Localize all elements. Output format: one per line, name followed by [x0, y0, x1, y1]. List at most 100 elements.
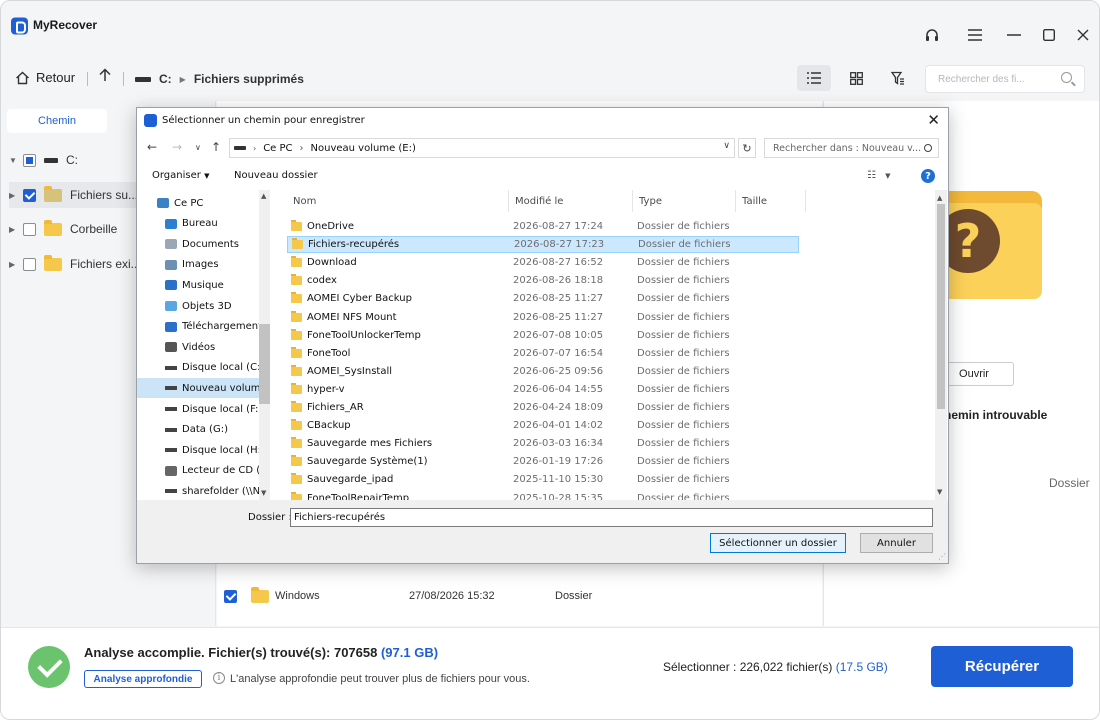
chevron-right-icon[interactable]: ▶	[9, 191, 15, 200]
scroll-up-icon[interactable]: ▲	[937, 194, 942, 202]
list-scrollbar-thumb[interactable]	[937, 204, 945, 409]
up-arrow-icon[interactable]: ↑	[211, 140, 221, 154]
nav-item-label: Bureau	[182, 218, 218, 230]
success-check-icon	[28, 646, 70, 688]
file-row[interactable]: Fichiers_AR 2026-04-24 18:09 Dossier de fi…	[287, 399, 799, 416]
address-part[interactable]: Nouveau volume (E:)	[311, 143, 416, 154]
chevron-down-icon[interactable]: ▼	[9, 156, 17, 165]
recover-button[interactable]: Récupérer	[931, 646, 1073, 687]
chevron-right-icon[interactable]: ▶	[9, 225, 15, 234]
close-icon[interactable]	[1073, 25, 1093, 45]
folder-input[interactable]: Fichiers-recupérés	[290, 508, 933, 527]
dialog-close-icon[interactable]: ✕	[927, 111, 940, 129]
dialog-footer: Dossier : Fichiers-recupérés Sélectionne…	[137, 500, 948, 563]
up-arrow-icon[interactable]	[99, 68, 111, 86]
nav-item[interactable]: Disque local (F:)	[137, 399, 259, 419]
nav-item[interactable]: sharefolder (\\N	[137, 481, 259, 500]
help-icon[interactable]: ?	[921, 169, 935, 183]
file-row[interactable]: OneDrive 2026-08-27 17:24 Dossier de fichi…	[287, 218, 799, 235]
search-icon[interactable]	[1061, 72, 1072, 83]
refresh-icon[interactable]: ↻	[738, 138, 756, 158]
file-row[interactable]: codex 2026-08-26 18:18 Dossier de fichiers	[287, 272, 799, 289]
forward-arrow-icon[interactable]: →	[172, 140, 182, 154]
recent-dropdown-icon[interactable]: ∨	[195, 143, 201, 152]
organize-menu[interactable]: Organiser ▼	[152, 170, 209, 181]
column-header-name[interactable]: Nom	[287, 190, 509, 212]
file-name: Fichiers_AR	[307, 402, 364, 413]
file-date: 2026-04-01 14:02	[513, 420, 604, 432]
nav-item[interactable]: Disque local (C:)	[137, 358, 259, 378]
back-arrow-icon[interactable]: ←	[147, 140, 157, 154]
nav-item[interactable]: Data (G:)	[137, 420, 259, 440]
back-button[interactable]: Retour	[15, 70, 75, 85]
column-header-modified[interactable]: Modifié le	[509, 190, 633, 212]
file-row[interactable]: CBackup 2026-04-01 14:02 Dossier de fichie…	[287, 417, 799, 434]
address-bar[interactable]: › Ce PC › Nouveau volume (E:) ∨	[229, 138, 735, 158]
dialog-navigation: ← → ∨ ↑ › Ce PC › Nouveau volume (E:) ∨ …	[137, 136, 948, 160]
search-icon[interactable]	[924, 144, 932, 152]
minimize-icon[interactable]	[1004, 25, 1024, 45]
view-options-icon[interactable]: ☷ ▼	[867, 170, 891, 181]
nav-item[interactable]: Documents	[137, 234, 259, 254]
scroll-down-icon[interactable]: ▼	[261, 489, 266, 497]
file-row[interactable]: hyper-v 2026-06-04 14:55 Dossier de fichie…	[287, 381, 799, 398]
row-checkbox[interactable]	[224, 589, 237, 603]
headset-icon[interactable]	[922, 25, 942, 45]
file-type: Dossier de fichiers	[637, 293, 730, 305]
file-name-cell: FoneToolUnlockerTemp	[287, 328, 509, 341]
tree-checkbox[interactable]	[23, 222, 36, 236]
file-row[interactable]: Sauvegarde mes Fichiers 2026-03-03 16:34 D…	[287, 435, 799, 452]
chevron-right-icon[interactable]: ▶	[9, 260, 15, 269]
file-row[interactable]: FoneToolUnlockerTemp 2026-07-08 10:05 Doss…	[287, 327, 799, 344]
scroll-down-icon[interactable]: ▼	[937, 488, 942, 496]
file-row[interactable]: Sauvegarde_ipad 2025-11-10 15:30 Dossier d…	[287, 471, 799, 488]
nav-item[interactable]: Disque local (H:)	[137, 440, 259, 460]
cancel-button[interactable]: Annuler	[860, 533, 933, 553]
nav-item[interactable]: Ce PC	[137, 193, 259, 213]
nav-item[interactable]: Musique	[137, 275, 259, 295]
column-header-type[interactable]: Type	[633, 190, 736, 212]
nav-item[interactable]: Téléchargements	[137, 317, 259, 337]
nav-item[interactable]: Nouveau volum	[137, 378, 259, 399]
table-row[interactable]: Windows 27/08/2026 15:32 Dossier	[223, 584, 813, 608]
grid-view-button[interactable]	[839, 65, 873, 91]
tree-checkbox[interactable]	[23, 188, 36, 202]
filter-icon[interactable]	[881, 65, 915, 91]
folder-icon	[291, 310, 302, 322]
file-row[interactable]: AOMEI NFS Mount 2026-08-25 11:27 Dossier d…	[287, 309, 799, 326]
search-input[interactable]: Rechercher des fi...	[925, 65, 1085, 93]
drive-icon	[44, 157, 58, 163]
file-row[interactable]: AOMEI_SysInstall 2026-06-25 09:56 Dossier …	[287, 363, 799, 380]
file-row[interactable]: Sauvegarde Système(1) 2026-01-19 17:26 Dos…	[287, 453, 799, 470]
menu-icon[interactable]	[965, 25, 985, 45]
file-row[interactable]: FoneToolRepairTemp 2025-10-28 15:35 Dossie…	[287, 490, 799, 500]
column-header-size[interactable]: Taille	[736, 190, 806, 212]
resize-grip-icon[interactable]: ⋰	[938, 552, 946, 561]
nav-item[interactable]: Bureau	[137, 214, 259, 234]
address-part[interactable]: Ce PC	[263, 143, 292, 154]
file-date: 2026-08-25 11:27	[513, 311, 604, 323]
tab-chemin[interactable]: Chemin	[7, 109, 107, 133]
nav-item[interactable]: Objets 3D	[137, 296, 259, 316]
maximize-icon[interactable]	[1039, 25, 1059, 45]
dialog-search-input[interactable]: Rechercher dans : Nouveau v...	[764, 138, 939, 158]
address-dropdown-icon[interactable]: ∨	[723, 141, 730, 151]
scroll-up-icon[interactable]: ▲	[261, 192, 266, 200]
file-row[interactable]: Fichiers-recupérés 2026-08-27 17:23 Dossie…	[287, 236, 799, 254]
select-folder-button[interactable]: Sélectionner un dossier	[710, 533, 846, 553]
file-row[interactable]: FoneTool 2026-07-07 16:54 Dossier de fichi…	[287, 345, 799, 362]
list-view-button[interactable]	[797, 65, 831, 91]
tree-checkbox[interactable]	[23, 153, 36, 167]
tree-checkbox[interactable]	[23, 257, 36, 271]
nav-item[interactable]: Lecteur de CD (I:	[137, 461, 259, 481]
breadcrumb-folder[interactable]: Fichiers supprimés	[194, 72, 304, 86]
file-row[interactable]: AOMEI Cyber Backup 2026-08-25 11:27 Dossie…	[287, 290, 799, 307]
nav-item[interactable]: Images	[137, 255, 259, 275]
new-folder-button[interactable]: Nouveau dossier	[234, 170, 318, 181]
file-name: AOMEI_SysInstall	[307, 365, 393, 377]
nav-scrollbar-thumb[interactable]	[259, 324, 270, 404]
file-row[interactable]: Download 2026-08-27 16:52 Dossier de fichi…	[287, 254, 799, 271]
deep-scan-button[interactable]: Analyse approfondie	[84, 670, 202, 688]
breadcrumb-drive[interactable]: C:	[159, 72, 172, 86]
nav-item[interactable]: Vidéos	[137, 337, 259, 357]
